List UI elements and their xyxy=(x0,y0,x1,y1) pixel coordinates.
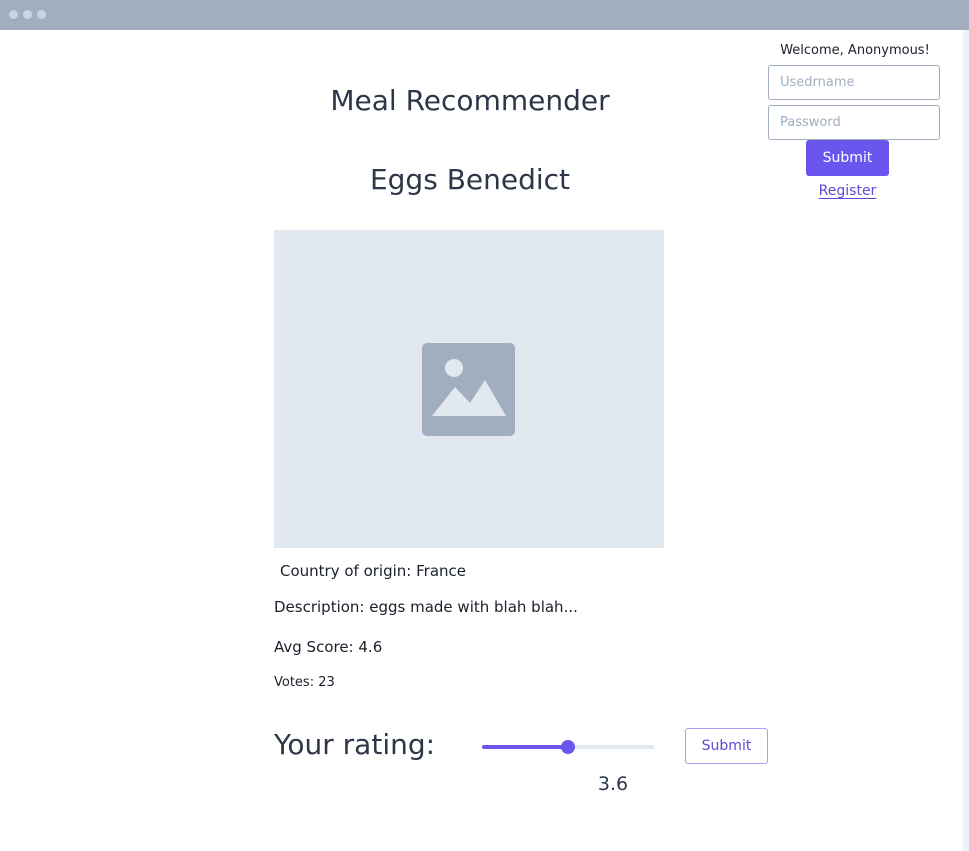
rating-slider[interactable] xyxy=(482,738,654,756)
country-of-origin: Country of origin: France xyxy=(280,562,466,580)
meal-description: Description: eggs made with blah blah... xyxy=(274,598,578,616)
slider-thumb[interactable] xyxy=(561,740,575,754)
rating-value: 3.6 xyxy=(597,773,629,795)
login-submit-button[interactable]: Submit xyxy=(806,140,889,176)
window-titlebar xyxy=(0,0,969,30)
rating-submit-button[interactable]: Submit xyxy=(685,728,768,764)
rating-label: Your rating: xyxy=(274,728,436,761)
image-placeholder-icon xyxy=(422,343,515,436)
meal-name: Eggs Benedict xyxy=(369,163,571,196)
register-link[interactable]: Register xyxy=(806,183,889,199)
meal-image xyxy=(274,230,664,548)
username-input[interactable] xyxy=(768,65,940,100)
window-minimize-dot[interactable] xyxy=(23,10,32,19)
avg-score: Avg Score: 4.6 xyxy=(274,638,383,656)
vote-count: Votes: 23 xyxy=(274,675,335,690)
welcome-message: Welcome, Anonymous! xyxy=(780,43,930,58)
page-title: Meal Recommender xyxy=(330,84,610,117)
window-maximize-dot[interactable] xyxy=(37,10,46,19)
password-input[interactable] xyxy=(768,105,940,140)
window-close-dot[interactable] xyxy=(9,10,18,19)
slider-fill xyxy=(482,745,568,749)
scrollbar[interactable] xyxy=(963,30,969,851)
